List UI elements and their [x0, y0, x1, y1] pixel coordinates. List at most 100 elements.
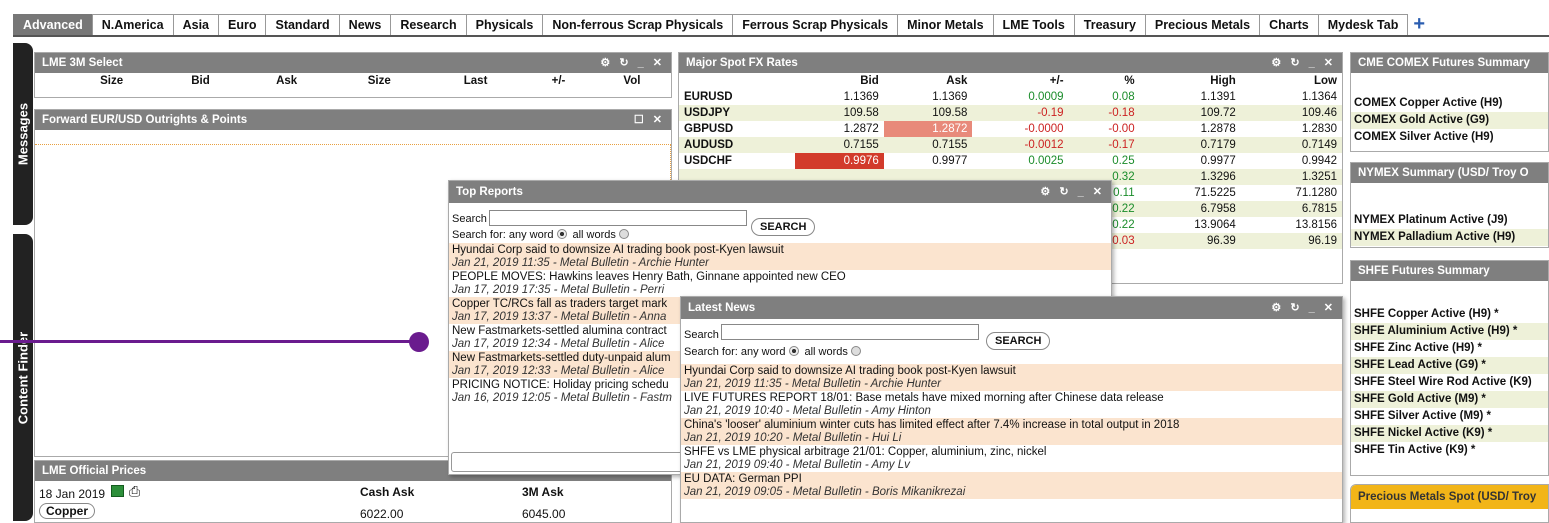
news-item[interactable]: PEOPLE MOVES: Hawkins leaves Henry Bath,…	[449, 270, 1111, 297]
news-headline[interactable]: EU DATA: German PPI	[684, 473, 1339, 486]
top-reports-search-button[interactable]: SEARCH	[751, 218, 816, 236]
table-cell: 1.1391	[1200, 91, 1236, 103]
list-item[interactable]: SHFE Copper Active (H9) *	[1351, 306, 1548, 323]
column-header: Bid	[191, 75, 210, 87]
panel-controls[interactable]: ⚙ ↻ _ ✕	[600, 53, 665, 73]
table-row[interactable]: USDJPY 109.58 109.58 -0.19 -0.18 109.72 109.46	[679, 105, 1342, 121]
table-cell: 1.3251	[1240, 169, 1342, 185]
table-cell: 96.19	[1240, 233, 1342, 249]
tab-lme-tools[interactable]: LME Tools	[992, 14, 1075, 35]
all-words-radio[interactable]	[850, 346, 861, 356]
news-headline[interactable]: SHFE vs LME physical arbitrage 21/01: Co…	[684, 446, 1339, 459]
column-header: Size	[100, 75, 124, 87]
column-header	[679, 73, 795, 89]
news-item[interactable]: EU DATA: German PPI Jan 21, 2019 09:05 - …	[681, 472, 1342, 499]
table-cell: 71.1280	[1295, 187, 1337, 199]
panel-controls[interactable]: ⚙ ↻ _ ✕	[1271, 297, 1336, 319]
list-item[interactable]: SHFE Steel Wire Rod Active (K9)	[1351, 374, 1548, 391]
list-item[interactable]: NYMEX Palladium Active (H9)	[1351, 229, 1548, 246]
tab-research[interactable]: Research	[390, 14, 467, 35]
list-item[interactable]: SHFE Nickel Active (K9) *	[1351, 425, 1548, 442]
excel-icon[interactable]	[111, 485, 124, 497]
print-icon[interactable]: ⎙	[129, 483, 140, 500]
table-cell: -0.19	[972, 105, 1069, 121]
column-header: High	[1210, 75, 1236, 87]
table-row[interactable]: GBPUSD 1.2872 1.2872 -0.0000 -0.00 1.2878 1.28…	[679, 121, 1342, 137]
tab-standard[interactable]: Standard	[265, 14, 340, 35]
tab-physicals[interactable]: Physicals	[465, 14, 544, 35]
table-cell: 0.9976	[795, 153, 884, 169]
table-row[interactable]: AUDUSD 0.7155 0.7155 -0.0012 -0.17 0.7179 0.71…	[679, 137, 1342, 153]
column-header: %	[1124, 75, 1135, 87]
news-headline[interactable]: China's 'looser' aluminium winter cuts h…	[684, 419, 1339, 432]
list-item[interactable]: SHFE Zinc Active (H9) *	[1351, 340, 1548, 357]
panel-controls[interactable]: ⚙ ↻ _ ✕	[1271, 53, 1336, 73]
tab-treasury[interactable]: Treasury	[1073, 14, 1146, 35]
shfe-list: SHFE Copper Active (H9) * SHFE Aluminium …	[1351, 306, 1548, 459]
panel-controls[interactable]: ☐ ✕	[634, 110, 665, 130]
comex-list: COMEX Copper Active (H9) COMEX Gold Activ…	[1351, 95, 1548, 146]
news-headline[interactable]: Hyundai Corp said to downsize AI trading…	[684, 365, 1339, 378]
top-reports-search-input[interactable]	[489, 210, 747, 226]
table-cell: 0.25	[1112, 155, 1135, 167]
tab-advanced[interactable]: Advanced	[13, 14, 93, 35]
news-item[interactable]: Hyundai Corp said to downsize AI trading…	[449, 243, 1111, 270]
news-item[interactable]: Hyundai Corp said to downsize AI trading…	[681, 364, 1342, 391]
table-cell: 0.08	[1112, 91, 1135, 103]
panel-title: CME COMEX Futures Summary	[1358, 57, 1530, 69]
nymex-list: NYMEX Platinum Active (J9) NYMEX Palladiu…	[1351, 212, 1548, 246]
tab-minor-metals[interactable]: Minor Metals	[897, 14, 994, 35]
table-cell: USDJPY	[679, 105, 796, 121]
annotation-connector-dot	[409, 332, 429, 352]
news-headline[interactable]: LIVE FUTURES REPORT 18/01: Base metals h…	[684, 392, 1339, 405]
panel-controls[interactable]: ⚙ ↻ _ ✕	[1040, 181, 1105, 203]
list-item[interactable]: COMEX Copper Active (H9)	[1351, 95, 1548, 112]
column-header: Last	[463, 75, 488, 87]
table-row[interactable]: USDCHF 0.9976 0.9977 0.0025 0.25 0.9977 0.9942	[679, 153, 1342, 169]
news-item[interactable]: LIVE FUTURES REPORT 18/01: Base metals h…	[681, 391, 1342, 418]
add-tab-button[interactable]: +	[1407, 14, 1431, 35]
list-item[interactable]: NYMEX Platinum Active (J9)	[1351, 212, 1548, 229]
column-header: Low	[1314, 75, 1337, 87]
table-cell: -0.00	[1108, 123, 1135, 135]
table-cell: 0.7155	[883, 137, 973, 153]
news-meta: Jan 21, 2019 11:35 - Metal Bulletin - Ar…	[452, 256, 709, 269]
list-item[interactable]: COMEX Silver Active (H9)	[1351, 129, 1548, 146]
news-item[interactable]: SHFE vs LME physical arbitrage 21/01: Co…	[681, 445, 1342, 472]
tab-precious-metals[interactable]: Precious Metals	[1144, 14, 1261, 35]
tab-news[interactable]: News	[338, 14, 392, 35]
table-row[interactable]: EURUSD 1.1369 1.1369 0.0009 0.08 1.1391 1.1364	[679, 89, 1342, 105]
list-item[interactable]: SHFE Silver Active (M9) *	[1351, 408, 1548, 425]
tab-non-ferrous-scrap-physicals[interactable]: Non-ferrous Scrap Physicals	[542, 14, 734, 35]
nymex-header: NYMEX Summary (USD/ Troy O	[1351, 163, 1548, 183]
all-words-radio[interactable]	[618, 229, 629, 239]
news-headline[interactable]: Hyundai Corp said to downsize AI trading…	[452, 244, 1108, 257]
tab-ferrous-scrap-physicals[interactable]: Ferrous Scrap Physicals	[732, 14, 899, 35]
list-item[interactable]: SHFE Lead Active (G9) *	[1351, 357, 1548, 374]
tab-n-america[interactable]: N.America	[91, 14, 174, 35]
list-item[interactable]: SHFE Tin Active (K9) *	[1351, 442, 1548, 459]
content-finder-sidebar-tab[interactable]: Content Finder	[13, 234, 33, 521]
metal-selector[interactable]: Copper	[39, 503, 95, 519]
table-cell: -0.18	[1068, 105, 1140, 121]
latest-news-search-input[interactable]	[721, 324, 979, 340]
table-cell: 0.7155	[795, 137, 884, 153]
search-for-label: Search for: any word	[452, 229, 554, 241]
table-cell: 109.46	[1240, 105, 1342, 121]
any-word-radio[interactable]	[556, 229, 567, 239]
tab-mydesk-tab[interactable]: Mydesk Tab	[1317, 14, 1409, 35]
tab-euro[interactable]: Euro	[218, 14, 267, 35]
news-headline[interactable]: PEOPLE MOVES: Hawkins leaves Henry Bath,…	[452, 271, 1108, 284]
list-item[interactable]: COMEX Gold Active (G9)	[1351, 112, 1548, 129]
latest-news-search-button[interactable]: SEARCH	[986, 332, 1051, 350]
list-item[interactable]: SHFE Gold Active (M9) *	[1351, 391, 1548, 408]
tab-asia[interactable]: Asia	[172, 14, 219, 35]
list-item[interactable]: SHFE Aluminium Active (H9) *	[1351, 323, 1548, 340]
messages-sidebar-tab[interactable]: Messages	[13, 43, 33, 225]
column-header: +/-	[551, 75, 566, 87]
tab-charts[interactable]: Charts	[1259, 14, 1319, 35]
news-item[interactable]: China's 'looser' aluminium winter cuts h…	[681, 418, 1342, 445]
table-cell: GBPUSD	[684, 123, 734, 135]
any-word-radio[interactable]	[788, 346, 799, 356]
messages-label: Messages	[15, 102, 31, 166]
